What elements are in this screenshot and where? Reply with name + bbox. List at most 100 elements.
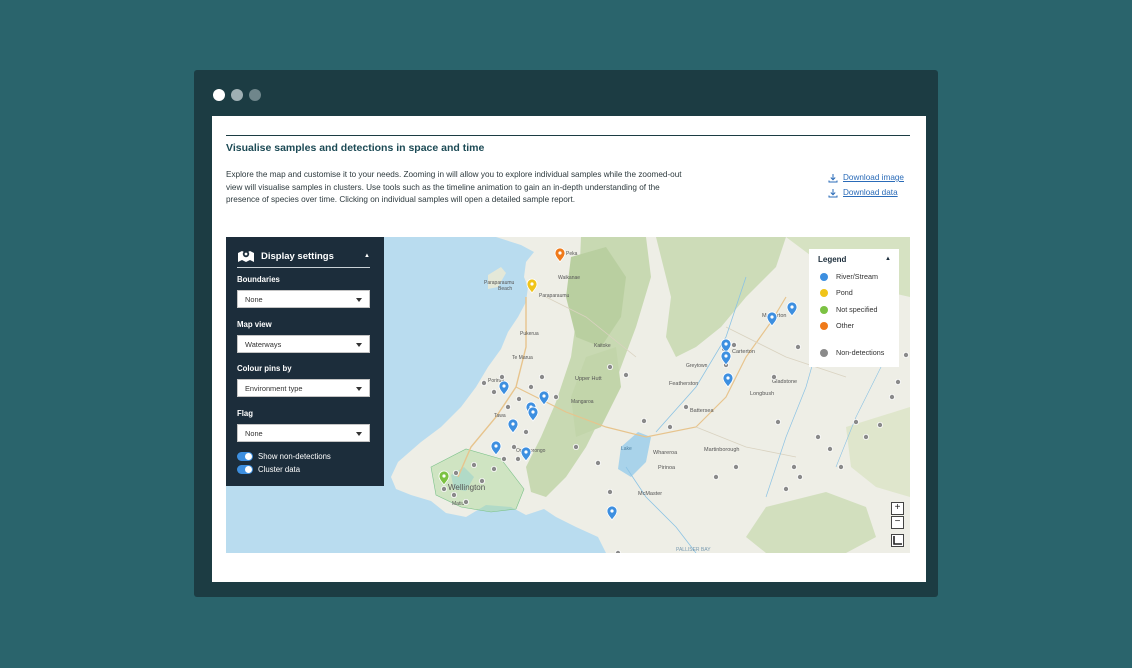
nondetection-dot [730,342,737,349]
nondetection-dot [552,393,559,400]
map-view-value: Waterways [245,339,282,349]
nondetection-dot [440,485,447,492]
display-settings-header[interactable]: Display settings ▲ [237,245,370,268]
river-pin [490,440,502,456]
map-view[interactable]: Wellington Paraparaumu Beach Paraparaumu… [226,237,910,553]
nondetection-dot [498,373,505,380]
nondetection-dot [815,433,822,440]
legend-collapse-icon[interactable]: ▲ [885,256,891,262]
river-pin [538,390,550,406]
nondetection-dot [500,455,507,462]
nondetection-dot [863,433,870,440]
nondetection-dot [452,469,459,476]
map-view-select[interactable]: Waterways [237,335,370,353]
window-controls [213,89,261,101]
nondetection-dot [622,371,629,378]
boundaries-select[interactable]: None [237,290,370,308]
legend-swatch-other [820,321,828,330]
legend-label-pond: Pond [836,288,853,297]
show-nondetections-label: Show non-detections [258,452,331,461]
window-dot-maximize[interactable] [249,89,261,101]
nondetection-dot [640,417,647,424]
display-settings-panel: Display settings ▲ Boundaries None Map v… [226,237,384,486]
river-pin [766,311,778,327]
extent-button[interactable] [891,534,904,547]
legend-label-nondetections: Non-detections [836,348,885,357]
nondetection-dot [797,473,804,480]
browser-window: Visualise samples and detections in spac… [194,70,938,597]
nondetection-dot [775,418,782,425]
nondetection-dot [527,383,534,390]
download-data-link[interactable]: Download data [828,185,904,200]
nondetection-dot [504,403,511,410]
legend-label-not-specified: Not specified [836,305,878,314]
nondetection-dot [572,443,579,450]
river-pin [722,372,734,388]
legend-label-other: Other [836,321,854,330]
download-links: Download image Download data [828,170,904,200]
river-pin [786,301,798,317]
river-pin [520,446,532,462]
show-nondetections-toggle[interactable] [237,452,253,461]
legend-item-other: Other [820,321,854,330]
page-description: Explore the map and customise it to your… [226,170,682,205]
legend-item-not-specified: Not specified [820,305,878,314]
flag-select[interactable]: None [237,424,370,442]
colour-pins-select[interactable]: Environment type [237,379,370,397]
window-dot-close[interactable] [213,89,225,101]
legend-swatch-nondetections [820,348,828,357]
download-icon [828,188,838,197]
legend-swatch-not-specified [820,305,828,314]
not-specified-pin [438,470,450,486]
legend-title: Legend [818,255,847,264]
nondetection-dot [478,477,485,484]
river-pin [507,418,519,434]
river-pin [606,505,618,521]
nondetection-dot [712,473,719,480]
dropdown-arrow-icon [356,432,362,436]
nondetection-dot [889,393,896,400]
map-view-label: Map view [237,320,272,329]
download-icon [828,173,838,182]
title-rule [226,135,910,136]
nondetection-dot [538,373,545,380]
nondetection-dot [594,459,601,466]
nondetection-dot [795,344,802,351]
nondetection-dot [450,491,457,498]
cluster-data-toggle[interactable] [237,465,253,474]
legend-swatch-river [820,272,828,281]
dropdown-arrow-icon [356,298,362,302]
cluster-data-label: Cluster data [258,465,301,474]
colour-pins-label: Colour pins by [237,364,292,373]
download-data-label: Download data [843,188,898,197]
nondetection-dot [470,461,477,468]
boundaries-value: None [245,294,263,304]
window-dot-minimize[interactable] [231,89,243,101]
download-image-label: Download image [843,173,904,182]
legend-item-pond: Pond [820,288,853,297]
river-pin [498,380,510,396]
page-title: Visualise samples and detections in spac… [226,142,485,154]
nondetection-dot [838,463,845,470]
dropdown-arrow-icon [356,387,362,391]
nondetection-dot [490,388,497,395]
nondetection-dot [462,498,469,505]
zoom-in-button[interactable]: + [891,502,904,515]
nondetection-dot [615,550,621,553]
download-image-link[interactable]: Download image [828,170,904,185]
nondetection-dot [895,378,902,385]
river-pin [720,350,732,366]
map-legend: Legend ▲ River/Stream Pond Not specified… [809,249,899,367]
nondetection-dot [903,352,910,359]
flag-value: None [245,428,263,438]
nondetection-dot [682,403,689,410]
extent-icon [893,536,902,545]
flag-label: Flag [237,409,254,418]
legend-item-nondetections: Non-detections [820,348,884,357]
cluster-data-row: Cluster data [237,465,300,474]
collapse-caret-icon[interactable]: ▲ [364,253,370,259]
show-nondetections-row: Show non-detections [237,452,331,461]
zoom-out-button[interactable]: − [891,516,904,529]
nondetection-dot [827,445,834,452]
legend-label-river: River/Stream [836,272,878,281]
